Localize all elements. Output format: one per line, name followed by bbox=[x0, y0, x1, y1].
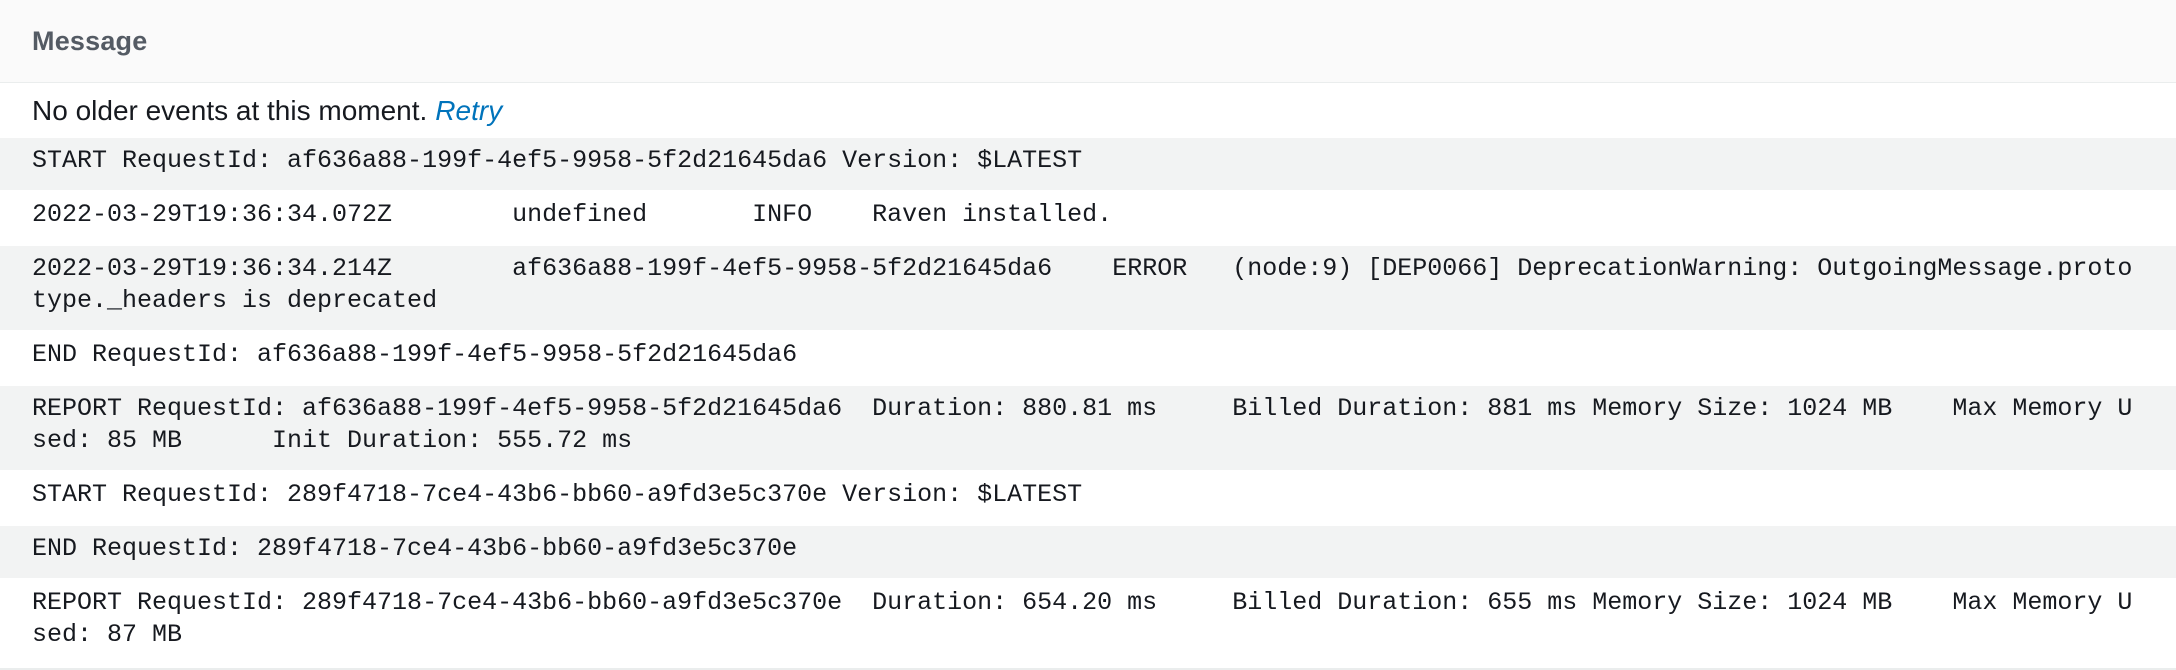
log-event-row[interactable]: START RequestId: 289f4718-7ce4-43b6-bb60… bbox=[0, 472, 2176, 526]
log-event-row[interactable]: END RequestId: 289f4718-7ce4-43b6-bb60-a… bbox=[0, 526, 2176, 580]
log-event-list: START RequestId: af636a88-199f-4ef5-9958… bbox=[0, 138, 2176, 666]
no-older-events-text: No older events at this moment. bbox=[32, 94, 428, 126]
log-events-panel: Message No older events at this moment. … bbox=[0, 0, 2176, 670]
log-event-row[interactable]: REPORT RequestId: af636a88-199f-4ef5-995… bbox=[0, 386, 2176, 472]
log-event-row[interactable]: 2022-03-29T19:36:34.072Z undefined INFO … bbox=[0, 192, 2176, 246]
no-older-events-notice: No older events at this moment. Retry bbox=[0, 83, 2176, 138]
log-event-row[interactable]: REPORT RequestId: 289f4718-7ce4-43b6-bb6… bbox=[0, 580, 2176, 666]
log-event-row[interactable]: START RequestId: af636a88-199f-4ef5-9958… bbox=[0, 138, 2176, 192]
log-event-row[interactable]: 2022-03-29T19:36:34.214Z af636a88-199f-4… bbox=[0, 246, 2176, 332]
log-event-row[interactable]: END RequestId: af636a88-199f-4ef5-9958-5… bbox=[0, 332, 2176, 386]
message-column-title: Message bbox=[32, 25, 148, 56]
retry-link[interactable]: Retry bbox=[435, 95, 502, 127]
column-header: Message bbox=[0, 0, 2176, 83]
